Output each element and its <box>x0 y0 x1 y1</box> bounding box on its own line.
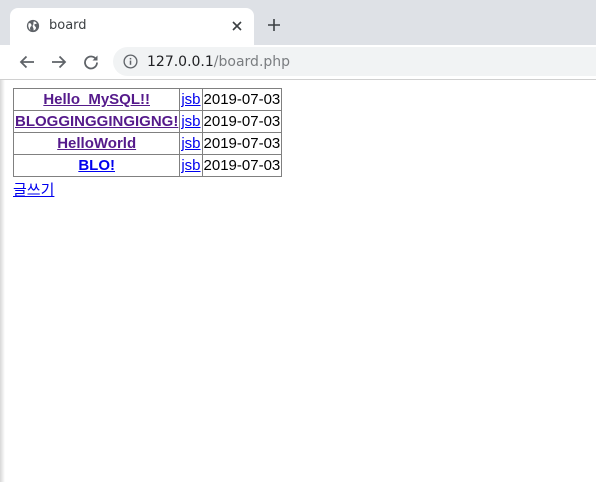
browser-tab[interactable]: board <box>10 8 254 45</box>
post-title-cell: BLO! <box>12 154 181 177</box>
plus-icon <box>268 19 280 31</box>
post-author-cell: jsb <box>179 154 203 177</box>
arrow-left-icon <box>19 55 34 69</box>
post-author-link[interactable]: jsb <box>181 135 200 152</box>
back-button[interactable] <box>14 49 40 75</box>
post-title-cell: HelloWorld <box>12 132 181 155</box>
forward-button[interactable] <box>46 49 72 75</box>
post-author-link[interactable]: jsb <box>181 157 200 174</box>
post-title-link[interactable]: HelloWorld <box>57 135 136 152</box>
arrow-right-icon <box>52 55 67 69</box>
table-row: BLOGGINGGINGIGNG! jsb 2019-07-03 <box>12 110 283 133</box>
url-path: /board.php <box>213 54 291 70</box>
post-title-link[interactable]: BLO! <box>78 157 115 174</box>
table-row: BLO! jsb 2019-07-03 <box>12 154 283 177</box>
url-host: 127.0.0.1 <box>147 54 214 70</box>
post-title-cell: BLOGGINGGINGIGNG! <box>12 110 181 133</box>
globe-icon <box>26 19 40 33</box>
post-author-cell: jsb <box>179 110 203 133</box>
table-row: HelloWorld jsb 2019-07-03 <box>12 132 283 155</box>
reload-icon <box>84 55 98 70</box>
post-author-cell: jsb <box>179 132 203 155</box>
new-tab-button[interactable] <box>263 14 285 36</box>
post-date-cell: 2019-07-03 <box>201 88 283 111</box>
board-table: Hello MySQL!! jsb 2019-07-03 BLOGGINGGINGIG… <box>12 88 283 177</box>
write-post-link[interactable]: 글쓰기 <box>13 179 54 200</box>
tab-title: board <box>49 18 87 33</box>
post-date-cell: 2019-07-03 <box>201 110 283 133</box>
post-date-cell: 2019-07-03 <box>201 154 283 177</box>
url-text[interactable]: 127.0.0.1/board.php <box>147 54 290 70</box>
page-content: Hello MySQL!! jsb 2019-07-03 BLOGGINGGINGIG… <box>12 88 283 200</box>
post-title-link[interactable]: Hello MySQL!! <box>43 91 150 108</box>
table-row: Hello MySQL!! jsb 2019-07-03 <box>12 88 283 111</box>
browser-toolbar: 127.0.0.1/board.php <box>0 45 596 80</box>
post-author-cell: jsb <box>179 88 203 111</box>
post-title-link[interactable]: BLOGGINGGINGIGNG! <box>15 113 178 130</box>
post-author-link[interactable]: jsb <box>181 113 200 130</box>
post-date-cell: 2019-07-03 <box>201 132 283 155</box>
tab-close-button[interactable] <box>227 16 247 36</box>
close-icon <box>232 21 242 31</box>
info-icon[interactable] <box>123 54 138 69</box>
post-author-link[interactable]: jsb <box>181 91 200 108</box>
address-bar[interactable]: 127.0.0.1/board.php <box>113 47 596 76</box>
reload-button[interactable] <box>78 49 104 75</box>
post-title-cell: Hello MySQL!! <box>12 88 181 111</box>
tab-strip: board <box>0 0 596 45</box>
